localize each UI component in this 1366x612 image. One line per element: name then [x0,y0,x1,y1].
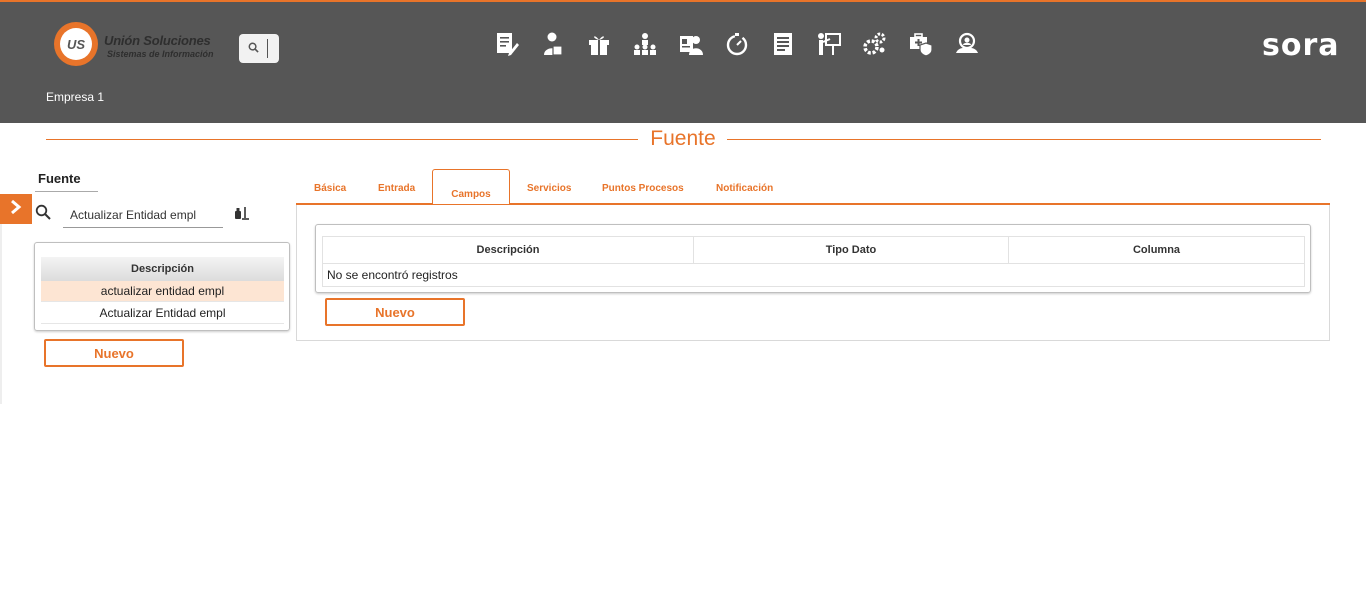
logo-mark-text: US [60,28,92,60]
sidebar-edge [0,224,2,404]
column-header-column[interactable]: Columna [1008,236,1305,264]
fields-table: Descripción Tipo Dato Columna No se enco… [322,236,1305,287]
grid-header-description[interactable]: Descripción [41,257,284,281]
title-divider-right [727,139,1321,140]
search-icon [248,40,259,58]
tab-puntos-procesos[interactable]: Puntos Procesos [602,183,684,194]
chevron-right-icon [9,199,23,220]
presentation-icon[interactable] [816,31,842,57]
company-name: Empresa 1 [46,90,105,104]
empty-message: No se encontró registros [322,263,1305,287]
logo-subtitle: Sistemas de Información [107,49,214,59]
column-header-data-type[interactable]: Tipo Dato [693,236,1009,264]
left-panel-heading: Fuente [38,171,81,186]
page-title: Fuente [650,127,716,150]
table-row[interactable]: Actualizar Entidad empl [41,303,284,324]
tab-servicios[interactable]: Servicios [527,183,571,194]
title-divider-left [46,139,638,140]
tab-notificacion[interactable]: Notificación [716,183,773,194]
tab-campos[interactable]: Campos [432,169,510,204]
report-icon[interactable] [770,31,796,57]
logo-title: Unión Soluciones [104,33,211,48]
hierarchy-icon[interactable] [632,31,658,57]
clear-filter-icon[interactable] [234,205,250,226]
settings-gears-icon[interactable] [862,31,888,57]
brand-text: sora [1262,28,1340,63]
tab-bar: Básica Entrada Campos Servicios Puntos P… [296,169,1330,205]
timer-icon[interactable] [724,31,750,57]
sidebar-toggle-button[interactable] [0,194,32,224]
global-search-button[interactable] [239,34,279,63]
user-search-icon[interactable] [954,31,980,57]
new-field-button[interactable]: Nuevo [325,298,465,326]
descriptions-grid: Descripción actualizar entidad empl Actu… [34,242,290,331]
gift-icon[interactable] [586,31,612,57]
document-edit-icon[interactable] [494,31,520,57]
brand-logo: sora [1262,28,1340,63]
table-row[interactable]: actualizar entidad empl [41,281,284,302]
company-logo[interactable]: US Unión Soluciones Sistemas de Informac… [54,22,224,70]
heading-underline [35,191,98,192]
tab-entrada[interactable]: Entrada [378,183,415,194]
search-icon[interactable] [35,204,51,225]
medical-shield-icon[interactable] [908,31,934,57]
search-input[interactable] [63,203,223,228]
column-header-description[interactable]: Descripción [322,236,694,264]
logo-mark: US [54,22,98,66]
new-source-button[interactable]: Nuevo [44,339,184,367]
fields-grid: Descripción Tipo Dato Columna No se enco… [315,224,1311,293]
employee-icon[interactable] [540,31,566,57]
contact-card-icon[interactable] [678,31,704,57]
top-header: US Unión Soluciones Sistemas de Informac… [0,0,1366,123]
tab-basica[interactable]: Básica [314,183,346,194]
